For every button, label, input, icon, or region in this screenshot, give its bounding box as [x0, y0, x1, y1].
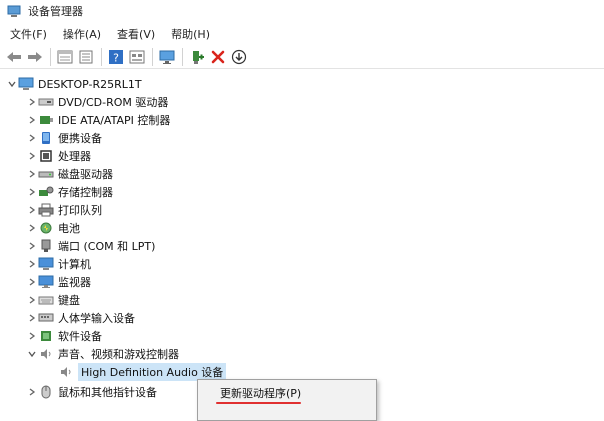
category-label: 端口 (COM 和 LPT) [58, 240, 156, 253]
download-icon[interactable] [229, 47, 249, 67]
category-label: 磁盘驱动器 [58, 168, 113, 181]
update-driver-menu-item[interactable]: 更新驱动程序(P) [220, 385, 301, 401]
dvd-drive-icon [38, 94, 54, 110]
chevron-right-icon[interactable] [26, 150, 38, 162]
category-row[interactable]: 软件设备 [26, 327, 102, 345]
category-row[interactable]: 存储控制器 [26, 183, 113, 201]
processor-icon [38, 148, 54, 164]
disk-drive-icon [38, 166, 54, 182]
category-row[interactable]: DVD/CD-ROM 驱动器 [26, 93, 168, 111]
chevron-right-icon[interactable] [26, 186, 38, 198]
chevron-right-icon[interactable] [26, 168, 38, 180]
back-arrow-icon[interactable] [4, 47, 24, 67]
port-icon [38, 238, 54, 254]
properties-icon[interactable] [55, 47, 75, 67]
menu-file[interactable]: 文件(F) [4, 26, 53, 42]
category-row[interactable]: IDE ATA/ATAPI 控制器 [26, 111, 170, 129]
software-device-icon [38, 328, 54, 344]
category-label: DVD/CD-ROM 驱动器 [58, 96, 169, 109]
category-label: 人体学输入设备 [58, 312, 135, 325]
battery-icon [38, 220, 54, 236]
category-label: 监视器 [58, 276, 91, 289]
chevron-right-icon[interactable] [26, 330, 38, 342]
window-title: 设备管理器 [28, 5, 83, 18]
tree-root[interactable]: DESKTOP-R25RL1T [6, 75, 142, 93]
chevron-right-icon[interactable] [26, 258, 38, 270]
category-label: 计算机 [58, 258, 91, 271]
category-row[interactable]: 端口 (COM 和 LPT) [26, 237, 155, 255]
category-label: 声音、视频和游戏控制器 [58, 348, 179, 361]
chevron-right-icon[interactable] [26, 114, 38, 126]
device-manager-icon [6, 3, 22, 19]
toolbar-separator [152, 47, 153, 66]
ide-controller-icon [38, 112, 54, 128]
category-row[interactable]: 鼠标和其他指针设备 [26, 383, 157, 401]
help-icon[interactable]: ? [106, 47, 126, 67]
category-label: 电池 [58, 222, 80, 235]
hid-icon [38, 310, 54, 326]
svg-text:?: ? [113, 51, 119, 64]
category-label: 便携设备 [58, 132, 102, 145]
mouse-icon [38, 384, 54, 400]
computer-icon [38, 256, 54, 272]
chevron-right-icon[interactable] [26, 132, 38, 144]
chevron-right-icon[interactable] [26, 96, 38, 108]
toolbar: ? [0, 45, 604, 69]
menu-action[interactable]: 操作(A) [57, 26, 107, 42]
menu-help[interactable]: 帮助(H) [165, 26, 216, 42]
context-menu: 更新驱动程序(P) [197, 379, 377, 421]
add-driver-icon[interactable] [187, 47, 207, 67]
computer-icon [18, 76, 34, 92]
title-bar: 设备管理器 [0, 0, 604, 22]
menu-view[interactable]: 查看(V) [111, 26, 161, 42]
monitor-icon[interactable] [157, 47, 177, 67]
storage-controller-icon [38, 184, 54, 200]
category-label: 打印队列 [58, 204, 102, 217]
uninstall-icon[interactable] [208, 47, 228, 67]
speaker-icon [38, 346, 54, 362]
chevron-right-icon[interactable] [26, 276, 38, 288]
chevron-right-icon[interactable] [26, 222, 38, 234]
category-row[interactable]: 打印队列 [26, 201, 102, 219]
chevron-right-icon[interactable] [26, 294, 38, 306]
category-row[interactable]: 处理器 [26, 147, 91, 165]
toolbar-separator [101, 47, 102, 66]
category-label: IDE ATA/ATAPI 控制器 [58, 114, 171, 127]
category-row[interactable]: 监视器 [26, 273, 91, 291]
category-row[interactable]: 计算机 [26, 255, 91, 273]
audio-device-icon [58, 364, 74, 380]
category-label: 键盘 [58, 294, 80, 307]
category-label: 存储控制器 [58, 186, 113, 199]
chevron-right-icon[interactable] [26, 386, 38, 398]
toolbar-separator [50, 47, 51, 66]
computer-name: DESKTOP-R25RL1T [38, 77, 142, 91]
printer-icon [38, 202, 54, 218]
view-icon[interactable] [127, 47, 147, 67]
category-row[interactable]: 电池 [26, 219, 80, 237]
category-row[interactable]: 便携设备 [26, 129, 102, 147]
device-tree: DESKTOP-R25RL1T DVD/CD-ROM 驱动器 IDE ATA/A… [0, 72, 604, 400]
monitor-icon [38, 274, 54, 290]
forward-arrow-icon[interactable] [25, 47, 45, 67]
update-driver-icon[interactable] [76, 47, 96, 67]
chevron-down-icon[interactable] [26, 348, 38, 360]
toolbar-separator [182, 47, 183, 66]
category-row[interactable]: 键盘 [26, 291, 80, 309]
menu-bar: 文件(F) 操作(A) 查看(V) 帮助(H) [0, 24, 604, 44]
chevron-down-icon[interactable] [6, 78, 18, 90]
keyboard-icon [38, 292, 54, 308]
category-label: 处理器 [58, 150, 91, 163]
chevron-right-icon[interactable] [26, 240, 38, 252]
category-row[interactable]: 人体学输入设备 [26, 309, 135, 327]
category-row[interactable]: 磁盘驱动器 [26, 165, 113, 183]
highlight-underline [216, 402, 301, 404]
category-label: 鼠标和其他指针设备 [58, 386, 157, 399]
portable-device-icon [38, 130, 54, 146]
chevron-right-icon[interactable] [26, 312, 38, 324]
category-row-expanded[interactable]: 声音、视频和游戏控制器 [26, 345, 179, 363]
category-label: 软件设备 [58, 330, 102, 343]
chevron-right-icon[interactable] [26, 204, 38, 216]
